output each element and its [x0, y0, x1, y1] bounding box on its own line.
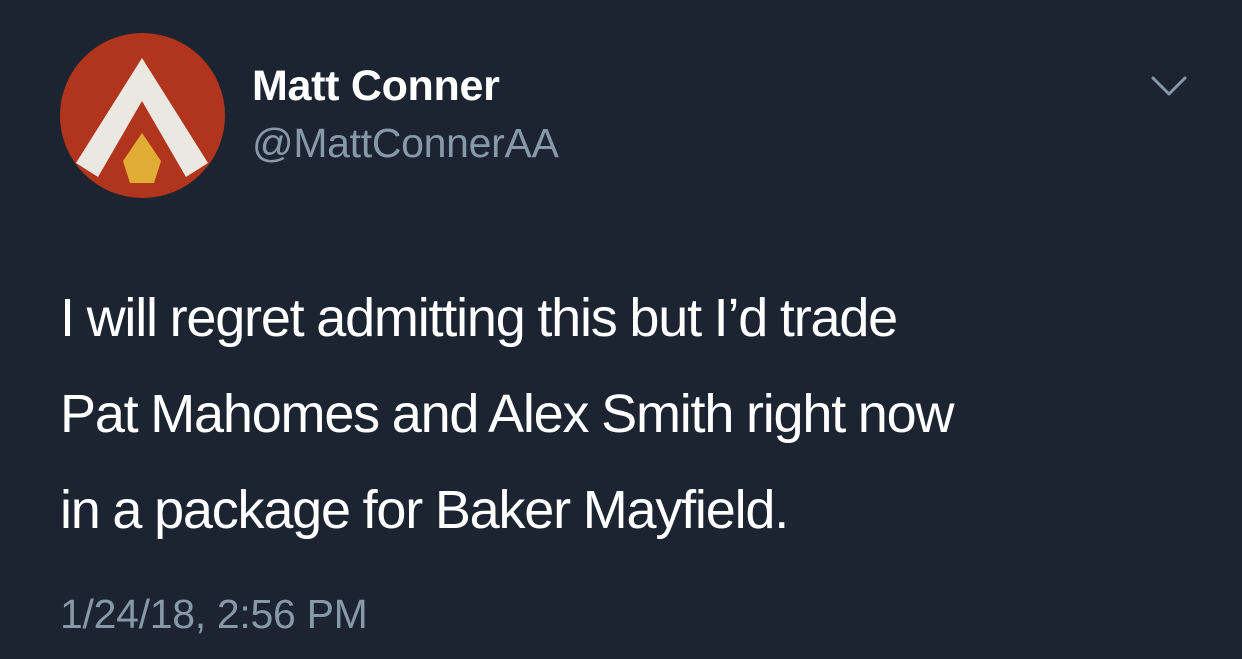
- apex-logo-icon: [60, 33, 225, 198]
- tweet-text-line: I will regret admitting this but I’d tra…: [60, 288, 898, 348]
- tweet-text-line: in a package for Baker Mayfield.: [60, 480, 789, 540]
- tweet-card: Matt Conner @MattConnerAA I will regret …: [0, 0, 1242, 659]
- tweet-text: I will regret admitting this but I’d tra…: [60, 270, 1200, 558]
- tweet-text-line: Pat Mahomes and Alex Smith right now: [60, 384, 954, 444]
- tweet-menu-button[interactable]: [1150, 74, 1188, 98]
- author-handle[interactable]: @MattConnerAA: [252, 118, 559, 168]
- chevron-down-icon: [1151, 76, 1187, 96]
- author-display-name[interactable]: Matt Conner: [252, 60, 500, 112]
- tweet-timestamp[interactable]: 1/24/18, 2:56 PM: [60, 588, 368, 640]
- avatar[interactable]: [60, 33, 225, 198]
